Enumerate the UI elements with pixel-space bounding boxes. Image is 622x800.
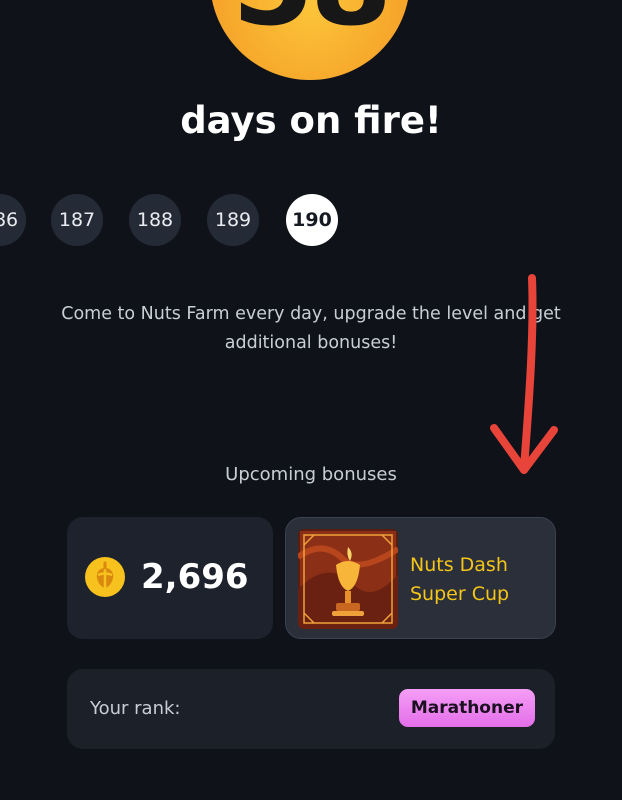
bonus-screen: 58 days on fire! 186 187 188 189 190 Com… [0,0,622,800]
coins-bonus-card: 2,696 [67,517,273,639]
rank-label: Your rank: [90,698,181,719]
coins-value: 2,696 [141,557,249,597]
days-row: 186 187 188 189 190 [0,194,622,246]
trophy-icon [298,529,398,629]
day-pill[interactable]: 187 [51,194,103,246]
day-pill-current[interactable]: 190 [286,194,338,246]
rank-card: Your rank: Marathoner [67,669,555,749]
coin-icon [85,557,125,597]
rank-badge[interactable]: Marathoner [398,689,535,727]
arrow-down-icon [490,274,558,474]
upcoming-bonuses-title: Upcoming bonuses [225,464,397,485]
cup-title: Nuts Dash Super Cup [410,554,510,605]
day-pill[interactable]: 186 [0,194,26,246]
streak-number: 58 [210,0,410,42]
cup-bonus-card[interactable]: Nuts Dash Super Cup [285,517,556,639]
day-pill[interactable]: 188 [129,194,181,246]
streak-badge: 58 [210,0,410,80]
streak-label: days on fire! [180,99,442,142]
day-pill[interactable]: 189 [207,194,259,246]
